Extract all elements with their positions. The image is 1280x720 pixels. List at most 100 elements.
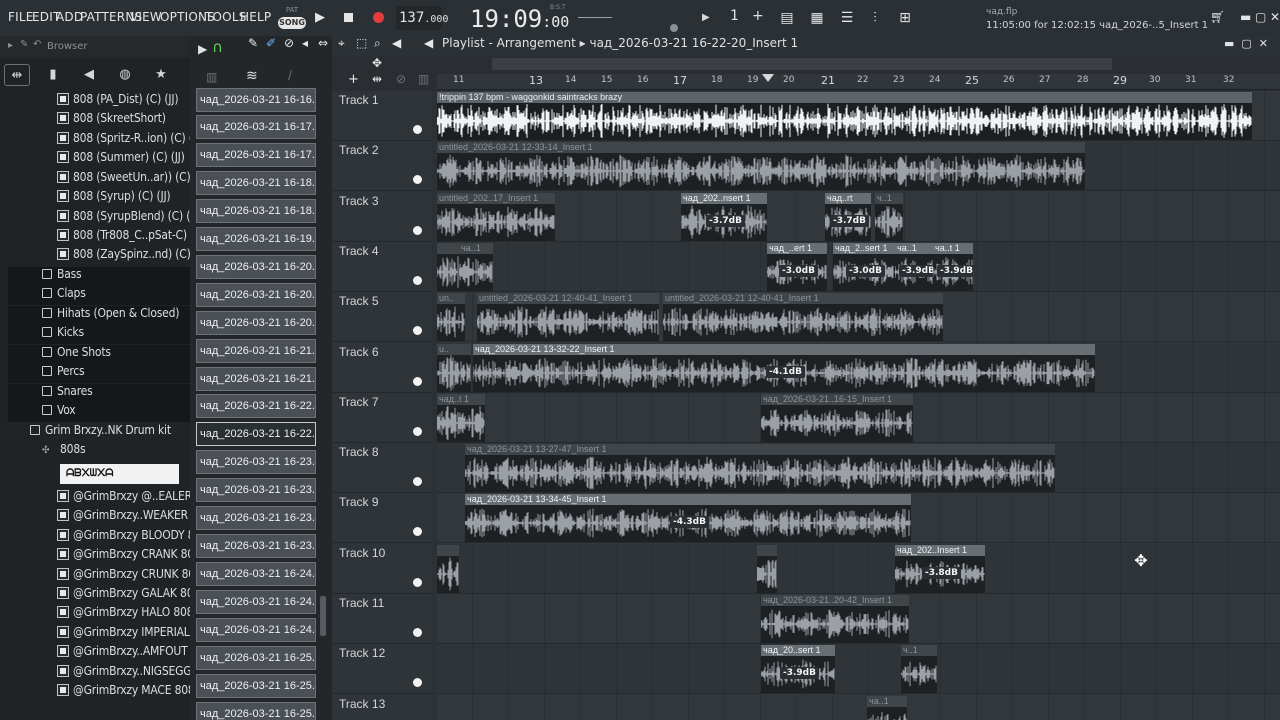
track-mute-button[interactable] bbox=[413, 377, 422, 386]
close-icon[interactable]: ✕ bbox=[1270, 10, 1280, 24]
track-lane[interactable] bbox=[437, 544, 1280, 594]
audio-clip[interactable]: ча..1 bbox=[867, 696, 907, 720]
picker-clip[interactable]: чад_2026-03-21 16-18... bbox=[196, 199, 316, 223]
picker-clip[interactable]: чад_2026-03-21 16-20... bbox=[196, 255, 316, 279]
timeline-ruler[interactable]: 11 13 14 15 16 17 18 19 20 21 22 23 24 25 26 27 28 29 30 31… bbox=[437, 74, 1280, 90]
mixer-icon[interactable]: ⫶ bbox=[864, 8, 886, 28]
audio-clip[interactable]: чад_2..sert 1 -3.0dB bbox=[833, 243, 895, 291]
browser-folder-item[interactable]: Claps bbox=[8, 286, 190, 305]
audio-clip[interactable]: чад_2026-03-21 13-32-22_Insert 1 -4.1dB bbox=[473, 344, 1095, 392]
select-icon[interactable]: ⬚ bbox=[356, 36, 367, 50]
browser-file-item[interactable]: @GrimBrxzy CRANK 808 bbox=[57, 547, 190, 566]
browser-folder-item[interactable]: One Shots bbox=[8, 345, 190, 364]
picker-clip[interactable]: чад_2026-03-21 16-19... bbox=[196, 227, 316, 251]
add-track-icon[interactable]: + bbox=[348, 72, 359, 87]
picker-clip[interactable]: чад_2026-03-21 16-22... bbox=[196, 394, 316, 418]
track-mute-button[interactable] bbox=[413, 226, 422, 235]
picker-clip[interactable]: чад_2026-03-21 16-21... bbox=[196, 339, 316, 363]
audio-clip[interactable]: чад_2026-03-21..20-42_Insert 1 bbox=[761, 595, 909, 643]
record-button[interactable] bbox=[370, 10, 386, 26]
browser-file-item[interactable]: 808 (Syrup) (C) (JJ) bbox=[57, 189, 190, 208]
master-pitch-knob[interactable] bbox=[670, 24, 678, 32]
menu-file[interactable]: FILE bbox=[8, 10, 34, 24]
track-header[interactable]: Track 4 bbox=[332, 242, 432, 292]
audio-clip[interactable]: !trippin 137 bpm - waggonkid saintracks … bbox=[437, 92, 1252, 140]
picker-clip[interactable]: чад_2026-03-21 16-21... bbox=[196, 367, 316, 391]
track-header[interactable]: Track 5 bbox=[332, 292, 432, 342]
track-mute-button[interactable] bbox=[413, 628, 422, 637]
overview-bar[interactable] bbox=[492, 58, 1112, 70]
mute-tool-icon[interactable]: ◂ bbox=[302, 36, 308, 50]
picker-clip[interactable]: чад_2026-03-21 16-23... bbox=[196, 534, 316, 558]
browser-file-item[interactable]: @GrimBrxzy..WEAKER 808 bbox=[57, 508, 190, 527]
picker-clip[interactable]: чад_2026-03-21 16-18... bbox=[196, 171, 316, 195]
browser-file-item[interactable]: 808 (Spritz-R..ion) (C) (JJ) bbox=[57, 131, 190, 150]
play-button[interactable]: ▶ bbox=[312, 10, 328, 26]
back-icon[interactable]: ↶ bbox=[33, 39, 41, 50]
track-header[interactable]: Track 3 bbox=[332, 192, 432, 242]
track-lane[interactable] bbox=[437, 644, 1280, 694]
picker-clip[interactable]: чад_2026-03-21 16-17... bbox=[196, 143, 316, 167]
browser-file-item[interactable]: @GrimBrxzy..NIGSEGG 808 bbox=[57, 664, 190, 683]
scroll-arrows-icon[interactable]: ✥ bbox=[372, 56, 382, 70]
slice-icon[interactable]: ⌖ bbox=[338, 36, 345, 51]
track-header[interactable]: Track 2 bbox=[332, 141, 432, 191]
browser-file-item[interactable]: @GrimBrxzy IMPERIAL 808 bbox=[57, 625, 190, 644]
playback-icon[interactable]: ◀ bbox=[392, 36, 401, 50]
browser-file-item[interactable]: 808 (PA_Dist) (C) (JJ) bbox=[57, 92, 190, 111]
audio-clip[interactable]: un.. bbox=[437, 293, 465, 341]
playlist-window-icon[interactable]: ▤ bbox=[776, 8, 798, 28]
track-mute-button[interactable] bbox=[413, 175, 422, 184]
automation-picker-icon[interactable]: ∕ bbox=[288, 68, 292, 82]
track-mute-button[interactable] bbox=[413, 276, 422, 285]
audio-clip[interactable]: чад_202..Insert 1 -3.8dB bbox=[895, 545, 985, 593]
piano-roll-icon[interactable]: ▦ bbox=[806, 8, 828, 28]
picker-clip[interactable]: чад_2026-03-21 16-20... bbox=[196, 283, 316, 307]
globe-icon[interactable]: ◍ bbox=[112, 64, 138, 86]
browser-folder-item[interactable]: Grim Brxzy..NK Drum kit bbox=[0, 423, 190, 442]
track-mute-button[interactable] bbox=[413, 477, 422, 486]
browser-folder-item[interactable]: Vox bbox=[8, 403, 190, 422]
picker-clip[interactable]: чад_2026-03-21 16-25... bbox=[196, 702, 316, 720]
playlist-arrow-icon[interactable]: ◀ bbox=[424, 36, 433, 50]
grid-icon[interactable]: ▥ bbox=[418, 72, 429, 86]
track-options-icon[interactable]: ⇹ bbox=[372, 72, 382, 86]
audio-clip[interactable]: untitled_2026-03-21 12-33-14_Insert 1 bbox=[437, 142, 1085, 190]
browser-folder-item[interactable]: Kicks bbox=[8, 325, 190, 344]
master-volume-slider[interactable] bbox=[578, 17, 612, 18]
browser-file-item[interactable]: 808 (Summer) (C) (JJ) bbox=[57, 150, 190, 169]
audio-clip[interactable]: чад..rt -3.7dB bbox=[825, 193, 871, 241]
paint-icon[interactable]: ✐ bbox=[266, 36, 276, 50]
browser-arrow-icon[interactable]: ▸ bbox=[8, 40, 13, 51]
playhead-marker[interactable] bbox=[762, 74, 774, 82]
file-icon[interactable]: ▮ bbox=[40, 64, 66, 86]
audio-clip[interactable]: чад_202..nsert 1 -3.7dB bbox=[681, 193, 767, 241]
pattern-selector[interactable]: ▶ 1 + bbox=[700, 6, 770, 30]
picker-clip[interactable]: чад_2026-03-21 16-22... bbox=[196, 422, 316, 446]
track-mute-button[interactable] bbox=[413, 578, 422, 587]
track-mute-button[interactable] bbox=[413, 527, 422, 536]
pat-song-toggle[interactable]: PAT SONG bbox=[278, 6, 306, 30]
audio-clip[interactable]: untitled_2026-03-21 12-40-41_Insert 1 bbox=[663, 293, 943, 341]
track-header[interactable]: Track 9 bbox=[332, 493, 432, 543]
track-header[interactable]: Track 12 bbox=[332, 644, 432, 694]
track-header[interactable]: Track 1 bbox=[332, 91, 432, 141]
pattern-picker-icon[interactable]: ▥ bbox=[206, 70, 217, 84]
audio-clip[interactable]: ча..1 -3.9dB bbox=[895, 243, 933, 291]
picker-scrollbar[interactable] bbox=[320, 596, 326, 636]
browser-folder-item[interactable]: Percs bbox=[8, 364, 190, 383]
track-header[interactable]: Track 6 bbox=[332, 343, 432, 393]
slip-icon[interactable]: ⇔ bbox=[318, 36, 328, 50]
pl-close-icon[interactable]: ✕ bbox=[1259, 37, 1268, 50]
browser-folder-item[interactable]: Snares bbox=[8, 384, 190, 403]
audio-clip[interactable] bbox=[757, 545, 777, 593]
browser-file-item[interactable]: @GrimBrxzy HALO 808 bbox=[57, 605, 190, 624]
arrangement-grid[interactable]: !trippin 137 bpm - waggonkid saintracks … bbox=[437, 91, 1280, 720]
tempo-display[interactable]: 137.000 bbox=[396, 6, 448, 30]
track-header[interactable]: Track 8 bbox=[332, 443, 432, 493]
zoom-icon[interactable]: ⌕ bbox=[374, 36, 381, 51]
picker-clip[interactable]: чад_2026-03-21 16-23... bbox=[196, 478, 316, 502]
picker-clip[interactable]: чад_2026-03-21 16-25... bbox=[196, 646, 316, 670]
browser-file-item[interactable]: @GrimBrxzy CRUNK 808 bbox=[57, 567, 190, 586]
browser-folder-item[interactable]: ✣ 808s bbox=[42, 442, 190, 461]
